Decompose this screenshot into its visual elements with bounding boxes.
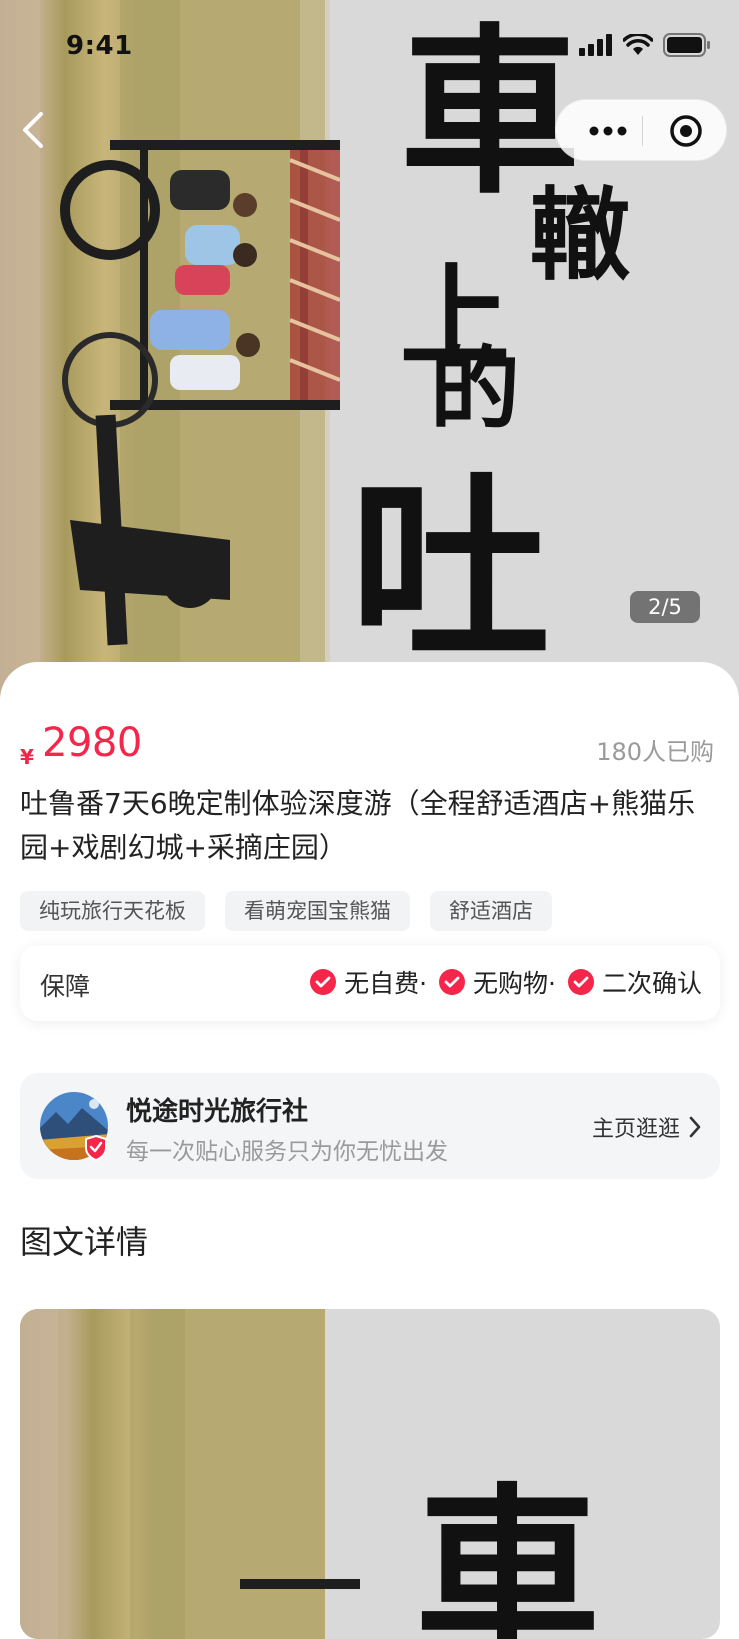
capsule-divider xyxy=(642,116,643,146)
verified-shield-icon xyxy=(85,1134,107,1162)
check-circle-icon xyxy=(567,969,594,995)
detail-photo: 車 xyxy=(20,1309,720,1639)
agency-card[interactable]: 悦途时光旅行社 每一次贴心服务只为你无忧出发 主页逛逛 xyxy=(20,1073,720,1179)
product-card: ¥ 2980 180人已购 吐鲁番7天6晚定制体验深度游（全程舒适酒店+熊猫乐园… xyxy=(0,662,739,1639)
gallery-page-indicator: 2/5 xyxy=(630,591,700,623)
guarantee-item: 二次确认 xyxy=(567,964,702,1000)
guarantee-label: 保障 xyxy=(40,972,91,1001)
more-dots-icon xyxy=(589,126,627,136)
poster-char: 的 xyxy=(430,336,520,442)
guarantee-items: 无自费· 无购物· 二次确认 xyxy=(310,964,702,1000)
signal-icon xyxy=(579,34,612,56)
tag-list: 纯玩旅行天花板 看萌宠国宝熊猫 舒适酒店 xyxy=(20,891,552,931)
currency-symbol: ¥ xyxy=(20,745,34,769)
tag: 舒适酒店 xyxy=(430,891,552,931)
guarantee-item: 无购物· xyxy=(439,964,556,1000)
wifi-icon xyxy=(623,34,653,55)
product-price: 2980 xyxy=(42,720,142,766)
agency-homepage-link[interactable]: 主页逛逛 xyxy=(592,1111,702,1143)
hero-gallery[interactable]: 車 轍 上 的 吐 9:41 2/5 xyxy=(0,0,739,700)
sold-count: 180人已购 xyxy=(596,738,714,766)
more-button[interactable] xyxy=(578,100,638,162)
poster-char: 轍 xyxy=(530,176,630,294)
close-miniprogram-button[interactable] xyxy=(656,100,716,162)
agency-avatar xyxy=(40,1092,108,1162)
poster-char: 吐 xyxy=(350,453,550,688)
check-circle-icon xyxy=(310,969,337,995)
poster-char: 車 xyxy=(415,1465,600,1639)
battery-icon xyxy=(663,33,710,57)
detail-image[interactable]: 車 xyxy=(20,1309,720,1639)
miniprogram-capsule xyxy=(555,99,727,161)
target-close-icon xyxy=(670,115,702,147)
guarantee-item-text: 二次确认 xyxy=(601,969,702,998)
back-button[interactable] xyxy=(10,108,54,152)
guarantee-item-text: 无购物· xyxy=(473,969,556,998)
detail-section-title: 图文详情 xyxy=(20,1223,149,1261)
agency-name: 悦途时光旅行社 xyxy=(126,1097,309,1127)
tag: 看萌宠国宝熊猫 xyxy=(225,891,410,931)
chevron-right-icon xyxy=(689,1116,701,1138)
guarantee-item: 无自费· xyxy=(310,964,427,1000)
agency-homepage-label: 主页逛逛 xyxy=(591,1117,680,1142)
guarantee-item-text: 无自费· xyxy=(344,969,428,998)
price-row: ¥ 2980 180人已购 xyxy=(20,720,720,776)
tag: 纯玩旅行天花板 xyxy=(20,891,205,931)
product-title: 吐鲁番7天6晚定制体验深度游（全程舒适酒店+熊猫乐园+戏剧幻城+采摘庄园） xyxy=(20,787,696,864)
agency-slogan: 每一次贴心服务只为你无忧出发 xyxy=(126,1139,448,1165)
back-arrow-icon xyxy=(23,112,43,148)
guarantee-panel[interactable]: 保障 无自费· 无购物· 二次确认 xyxy=(20,945,720,1021)
status-time: 9:41 xyxy=(66,31,133,61)
check-circle-icon xyxy=(439,969,466,995)
status-icons xyxy=(579,33,711,57)
status-bar: 9:41 xyxy=(0,0,739,90)
